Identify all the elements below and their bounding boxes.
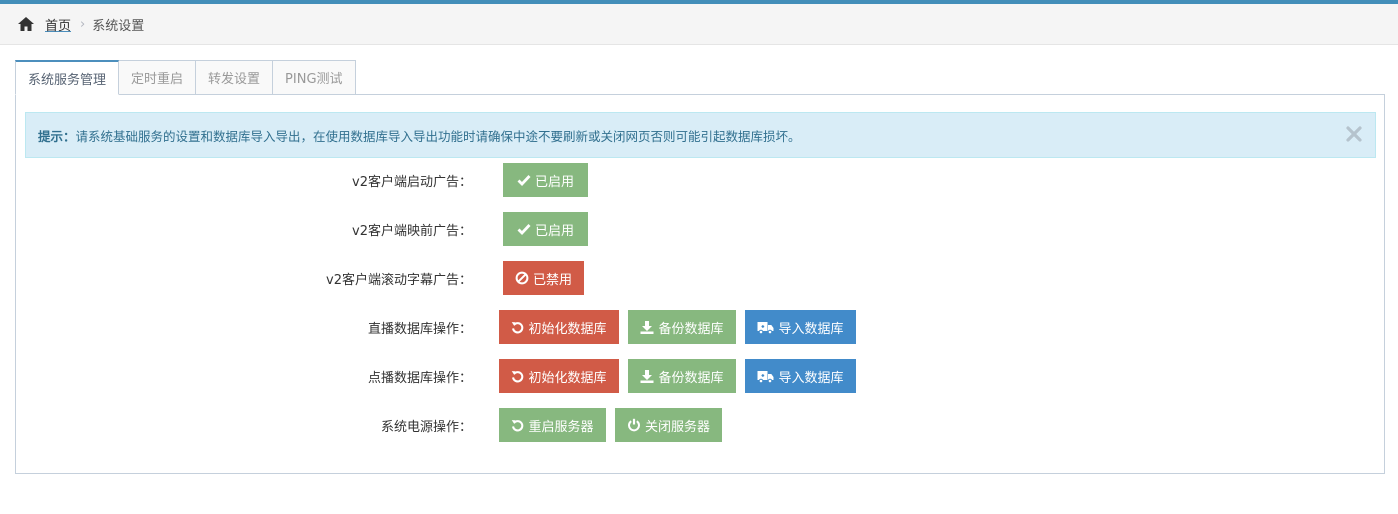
truck-icon (757, 321, 774, 334)
live-db-import-button[interactable]: 导入数据库 (745, 310, 856, 344)
live-db-backup-button[interactable]: 备份数据库 (628, 310, 736, 344)
tab-panel: 提示： 请系统基础服务的设置和数据库导入导出，在使用数据库导入导出功能时请确保中… (15, 94, 1385, 474)
row-ticker-ad: v2客户端滚动字幕广告： 已禁用 (16, 261, 1384, 295)
row-preroll-ad: v2客户端映前广告： 已启用 (16, 212, 1384, 246)
button-label: 备份数据库 (658, 370, 724, 386)
row-power: 系统电源操作： 重启服务器 关闭服务器 (16, 408, 1384, 442)
info-alert: 提示： 请系统基础服务的设置和数据库导入导出，在使用数据库导入导出功能时请确保中… (25, 112, 1376, 158)
row-label: 点播数据库操作： (367, 370, 472, 386)
undo-icon (512, 419, 524, 431)
vod-db-init-button[interactable]: 初始化数据库 (499, 359, 619, 393)
breadcrumb-separator: › (80, 16, 86, 32)
restart-server-button[interactable]: 重启服务器 (499, 408, 606, 442)
breadcrumb: 首页 › 系统设置 (0, 4, 1398, 45)
ban-icon (515, 271, 529, 285)
close-icon[interactable] (1345, 125, 1363, 143)
row-live-db: 直播数据库操作： 初始化数据库 备份数据库 导入数据库 (16, 310, 1384, 344)
startup-ad-toggle-button[interactable]: 已启用 (503, 163, 588, 197)
tab-bar: 系统服务管理 定时重启 转发设置 PING测试 (15, 60, 356, 95)
preroll-ad-toggle-button[interactable]: 已启用 (503, 212, 588, 246)
breadcrumb-current: 系统设置 (92, 18, 145, 34)
tab-ping-test[interactable]: PING测试 (272, 60, 356, 95)
ticker-ad-toggle-button[interactable]: 已禁用 (503, 261, 584, 295)
undo-icon (512, 370, 524, 382)
vod-db-backup-button[interactable]: 备份数据库 (628, 359, 736, 393)
row-label: v2客户端滚动字幕广告： (326, 272, 472, 288)
check-icon (517, 175, 531, 186)
button-label: 已启用 (534, 223, 574, 239)
button-label: 重启服务器 (528, 419, 594, 435)
row-startup-ad: v2客户端启动广告： 已启用 (16, 163, 1384, 197)
truck-icon (757, 370, 774, 383)
row-label: 直播数据库操作： (367, 321, 472, 337)
vod-db-import-button[interactable]: 导入数据库 (745, 359, 856, 393)
home-icon[interactable] (17, 16, 35, 32)
power-icon (628, 418, 640, 432)
tab-service-management[interactable]: 系统服务管理 (15, 60, 120, 95)
row-label: 系统电源操作： (380, 419, 472, 435)
button-label: 已禁用 (532, 272, 572, 288)
alert-text: 请系统基础服务的设置和数据库导入导出，在使用数据库导入导出功能时请确保中途不要刷… (75, 128, 801, 144)
row-label: v2客户端启动广告： (352, 174, 472, 190)
row-label: v2客户端映前广告： (352, 223, 472, 239)
row-vod-db: 点播数据库操作： 初始化数据库 备份数据库 导入数据库 (16, 359, 1384, 393)
download-icon (640, 369, 654, 383)
download-icon (640, 320, 654, 334)
button-label: 导入数据库 (778, 321, 844, 337)
undo-icon (512, 321, 524, 333)
breadcrumb-home-link[interactable]: 首页 (45, 15, 71, 34)
check-icon (517, 224, 531, 235)
live-db-init-button[interactable]: 初始化数据库 (499, 310, 619, 344)
alert-prefix: 提示： (38, 128, 76, 144)
button-label: 导入数据库 (778, 370, 844, 386)
button-label: 初始化数据库 (528, 370, 607, 386)
button-label: 已启用 (534, 174, 574, 190)
tab-forwarding-settings[interactable]: 转发设置 (195, 60, 274, 95)
button-label: 备份数据库 (658, 321, 724, 337)
shutdown-server-button[interactable]: 关闭服务器 (615, 408, 722, 442)
button-label: 关闭服务器 (644, 419, 710, 435)
button-label: 初始化数据库 (528, 321, 607, 337)
tab-scheduled-restart[interactable]: 定时重启 (118, 60, 197, 95)
